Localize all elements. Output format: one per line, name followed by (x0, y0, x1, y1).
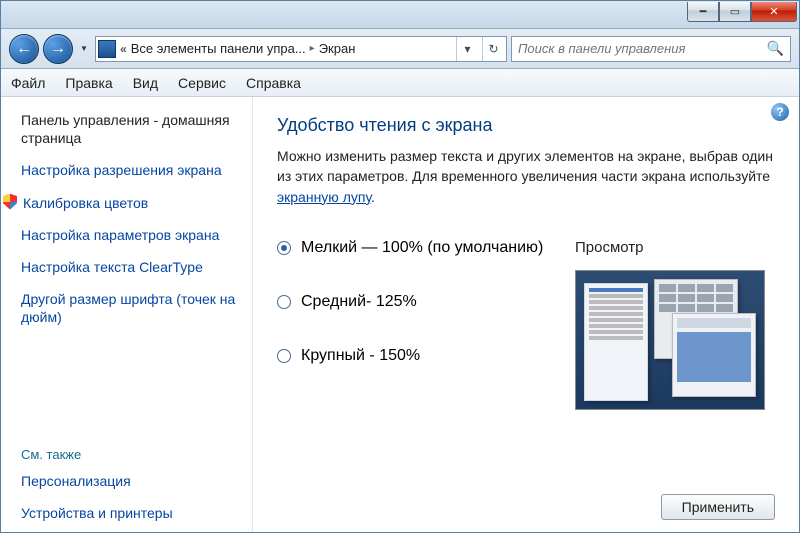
page-title: Удобство чтения с экрана (277, 115, 775, 136)
scale-option-150[interactable]: Крупный - 150% (277, 347, 555, 365)
menu-view[interactable]: Вид (133, 75, 158, 91)
menu-file[interactable]: Файл (11, 75, 45, 91)
search-box[interactable]: 🔍 (511, 36, 791, 62)
desc-text-2: . (371, 189, 375, 205)
sidebar-link-display-settings[interactable]: Настройка параметров экрана (21, 226, 240, 244)
breadcrumb-parent[interactable]: Все элементы панели упра... (131, 41, 306, 56)
main-panel: ? Удобство чтения с экрана Можно изменит… (253, 97, 799, 532)
sidebar-link-calibration-label: Калибровка цветов (23, 194, 148, 212)
forward-arrow-icon: → (50, 40, 66, 58)
scale-option-125-label: Средний- 125% (301, 293, 417, 311)
page-description: Можно изменить размер текста и других эл… (277, 146, 775, 207)
search-icon[interactable]: 🔍 (767, 40, 784, 57)
address-dropdown[interactable]: ▾ (456, 37, 478, 61)
preview-column: Просмотр (575, 239, 775, 410)
minimize-button[interactable]: ━ (687, 2, 719, 22)
menu-edit[interactable]: Правка (65, 75, 112, 91)
preview-image (575, 270, 765, 410)
nav-history-dropdown[interactable]: ▼ (77, 35, 91, 63)
maximize-button[interactable]: ▭ (719, 2, 751, 22)
sidebar: Панель управления - домашняя страница На… (1, 97, 253, 532)
close-icon: ✕ (769, 5, 778, 18)
preview-label: Просмотр (575, 239, 775, 256)
sidebar-link-cleartype[interactable]: Настройка текста ClearType (21, 258, 240, 276)
refresh-button[interactable]: ↻ (482, 37, 504, 61)
radio-150[interactable] (277, 349, 291, 363)
maximize-icon: ▭ (730, 5, 740, 18)
forward-button[interactable]: → (43, 34, 73, 64)
sidebar-see-also-header: См. также (21, 447, 240, 462)
location-icon (98, 40, 116, 58)
sidebar-link-dpi[interactable]: Другой размер шрифта (точек на дюйм) (21, 290, 240, 326)
search-input[interactable] (518, 41, 767, 56)
navigation-bar: ← → ▼ « Все элементы панели упра... ▸ Эк… (1, 29, 799, 69)
menu-help[interactable]: Справка (246, 75, 301, 91)
scale-option-100[interactable]: Мелкий — 100% (по умолчанию) (277, 239, 555, 257)
control-panel-window: ━ ▭ ✕ ← → ▼ « Все элементы панели упра..… (0, 0, 800, 533)
preview-window-front (672, 313, 756, 397)
menu-service[interactable]: Сервис (178, 75, 226, 91)
scale-options: Мелкий — 100% (по умолчанию) Средний- 12… (277, 239, 555, 410)
preview-window-left (584, 283, 648, 401)
sidebar-link-resolution[interactable]: Настройка разрешения экрана (21, 161, 240, 179)
magnifier-link[interactable]: экранную лупу (277, 189, 371, 205)
breadcrumb-current[interactable]: Экран (319, 41, 356, 56)
preview-window-stack (654, 279, 756, 397)
desc-text-1: Можно изменить размер текста и других эл… (277, 148, 773, 184)
back-arrow-icon: ← (16, 40, 32, 58)
sidebar-link-devices[interactable]: Устройства и принтеры (21, 504, 240, 522)
address-bar[interactable]: « Все элементы панели упра... ▸ Экран ▾ … (95, 36, 507, 62)
minimize-icon: ━ (700, 5, 707, 18)
menu-bar: Файл Правка Вид Сервис Справка (1, 69, 799, 97)
scale-option-100-label: Мелкий — 100% (по умолчанию) (301, 239, 543, 257)
sidebar-link-calibration[interactable]: Калибровка цветов (21, 194, 240, 212)
radio-100[interactable] (277, 241, 291, 255)
chevron-down-icon: ▼ (80, 44, 88, 53)
sidebar-link-personalization[interactable]: Персонализация (21, 472, 240, 490)
apply-button[interactable]: Применить (661, 494, 775, 520)
scale-option-125[interactable]: Средний- 125% (277, 293, 555, 311)
footer-bar: Применить (277, 486, 775, 520)
close-button[interactable]: ✕ (751, 2, 797, 22)
breadcrumb-separator[interactable]: ▸ (310, 43, 315, 54)
content-area: Панель управления - домашняя страница На… (1, 97, 799, 532)
breadcrumb-overflow[interactable]: « (120, 42, 127, 56)
scale-option-150-label: Крупный - 150% (301, 347, 420, 365)
back-button[interactable]: ← (9, 34, 39, 64)
options-row: Мелкий — 100% (по умолчанию) Средний- 12… (277, 239, 775, 410)
radio-125[interactable] (277, 295, 291, 309)
titlebar: ━ ▭ ✕ (1, 1, 799, 29)
sidebar-home-link[interactable]: Панель управления - домашняя страница (21, 111, 240, 147)
help-icon[interactable]: ? (771, 103, 789, 121)
shield-icon (3, 194, 17, 210)
